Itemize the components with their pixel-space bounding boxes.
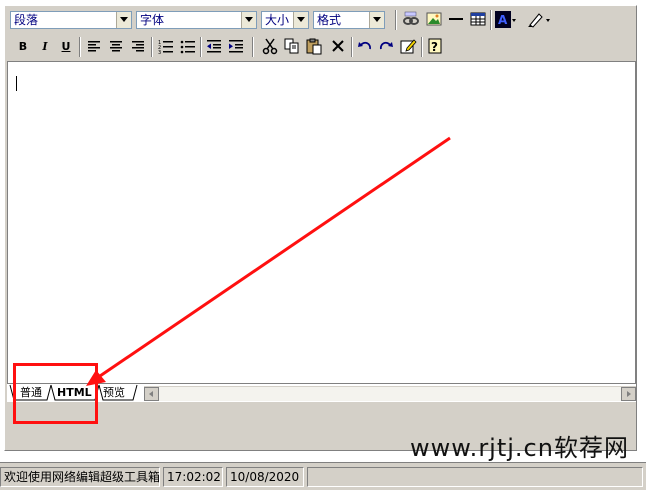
annotation-arrow <box>86 136 451 386</box>
